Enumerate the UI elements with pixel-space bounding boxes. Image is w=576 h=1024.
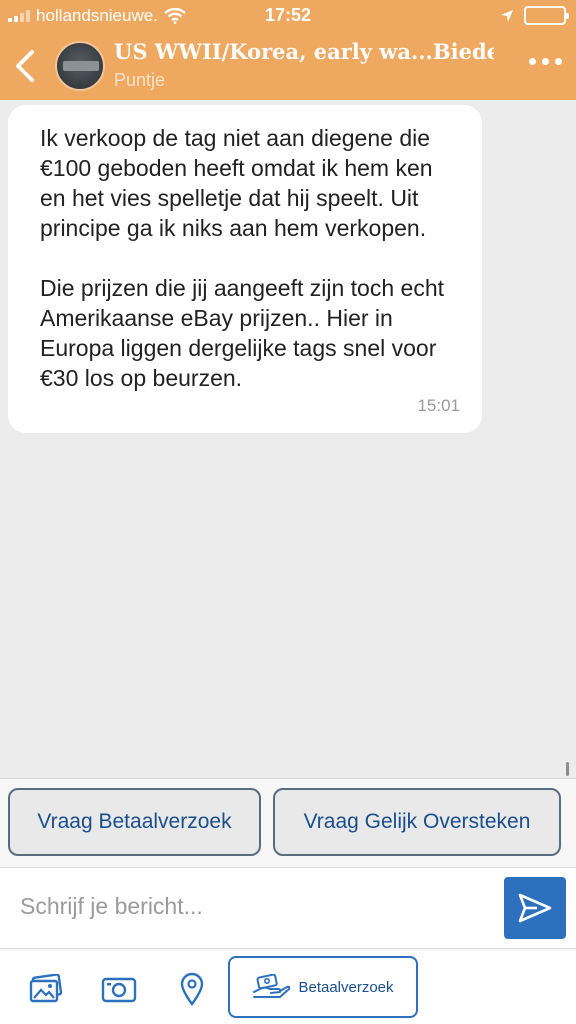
send-icon	[518, 893, 552, 923]
message-paragraph-1: Ik verkoop de tag niet aan diegene die €…	[40, 125, 433, 241]
message-paragraph-2: Die prijzen die jij aangeeft zijn toch e…	[40, 275, 445, 391]
photos-button[interactable]	[28, 971, 64, 1007]
location-button[interactable]	[174, 971, 210, 1007]
back-icon	[16, 50, 34, 82]
payment-request-label: Betaalverzoek	[298, 978, 394, 996]
scroll-indicator[interactable]	[566, 762, 569, 776]
chat-subtitle: Puntje	[114, 70, 166, 90]
photos-icon	[29, 974, 63, 1003]
composer	[0, 867, 576, 949]
camera-button[interactable]	[101, 971, 137, 1007]
status-time: 17:52	[264, 5, 312, 25]
request-payment-button[interactable]: Vraag Betaalverzoek	[8, 788, 261, 856]
location-arrow-icon	[501, 9, 513, 22]
bottom-panel: Vraag Betaalverzoek Vraag Gelijk Overste…	[0, 778, 576, 1024]
more-button[interactable]	[529, 58, 562, 65]
message-time: 15:01	[417, 396, 460, 415]
message-input[interactable]	[20, 886, 480, 926]
listing-avatar[interactable]	[55, 41, 105, 91]
payment-request-button[interactable]: Betaalverzoek	[228, 956, 418, 1018]
chat-header: hollandsnieuwe. 17:52 US WWII/Korea, ear…	[0, 0, 576, 100]
payment-hand-icon	[253, 974, 291, 998]
chat-title[interactable]: US WWII/Korea, early wa...Bieden	[114, 39, 494, 64]
more-icon	[529, 58, 536, 65]
message-bubble: Ik verkoop de tag niet aan diegene die €…	[8, 105, 482, 433]
status-bar: hollandsnieuwe. 17:52	[0, 0, 576, 32]
request-split-button[interactable]: Vraag Gelijk Oversteken	[273, 788, 561, 856]
location-pin-icon	[180, 972, 204, 1006]
camera-icon	[101, 977, 137, 1003]
battery-icon	[524, 6, 569, 25]
back-button[interactable]	[10, 46, 40, 86]
attachment-toolbar: Betaalverzoek	[0, 951, 576, 1024]
send-button[interactable]	[504, 877, 566, 939]
status-right	[500, 6, 569, 25]
